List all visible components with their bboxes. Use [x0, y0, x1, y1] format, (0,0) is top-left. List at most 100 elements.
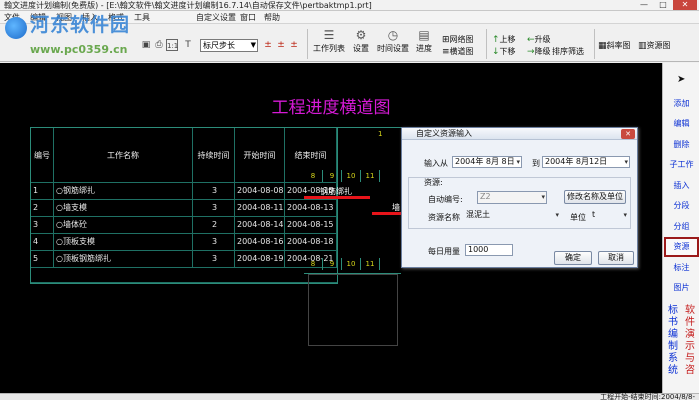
day-label: 8	[304, 170, 323, 182]
table-row[interactable]: 1 ○钢筋绑扎 3 2004-08-08 2004-08-10	[31, 183, 337, 200]
table-row[interactable]: 5 ○顶板钢筋绑扎 3 2004-08-19 2004-08-21	[31, 251, 337, 268]
day-label: 9	[323, 258, 342, 270]
window-controls: — □ ✕	[635, 0, 697, 11]
gear-icon: ⚙	[355, 28, 367, 42]
resource-name-select[interactable]: 混泥土 ▾	[464, 210, 560, 223]
column-header-start: 开始时间	[235, 128, 285, 183]
chevron-down-icon: ▾	[555, 211, 559, 219]
daily-amount-input[interactable]: 1000	[465, 244, 513, 256]
ruler-step-select[interactable]: 标尺步长 ▼	[200, 39, 258, 52]
downgrade-button[interactable]: →降级	[527, 46, 551, 58]
maximize-button[interactable]: □	[654, 0, 672, 10]
row-duration: 3	[193, 234, 235, 251]
text-icon[interactable]: T	[182, 39, 194, 51]
zoom-ratio[interactable]: 1:1	[166, 39, 178, 51]
table-row[interactable]: 4 ○顶板支模 3 2004-08-16 2004-08-18	[31, 234, 337, 251]
table-row[interactable]: 3 ○墙体砼 2 2004-08-14 2004-08-15	[31, 217, 337, 234]
time-settings-button[interactable]: ◷ 时间设置	[376, 27, 410, 60]
empty-chart-area	[308, 274, 398, 346]
network-chart-button[interactable]: ⊞网络图	[442, 34, 474, 46]
downgrade-label: 降级	[534, 47, 551, 56]
ok-button[interactable]: 确定	[554, 251, 592, 265]
table-row[interactable]: 2 ○墙支模 3 2004-08-11 2004-08-13	[31, 200, 337, 217]
panel-image[interactable]: 图片	[664, 283, 699, 293]
task-bar[interactable]	[372, 212, 401, 215]
sort-filter-label: 排序筛选	[552, 47, 584, 56]
panel-segment[interactable]: 分段	[664, 201, 699, 211]
upgrade-label: 升级	[534, 35, 551, 44]
software-demo-link[interactable]: 软件演示与咨	[684, 305, 696, 377]
table-header: 编号 工作名称 持续时间 开始时间 结束时间	[31, 128, 337, 183]
row-start: 2004-08-19	[235, 251, 285, 268]
timeline-day-header: 8 9 10 11	[304, 170, 380, 182]
bar-chart-button[interactable]: ≡横道图	[442, 46, 474, 58]
zoom-out-icon[interactable]: ±	[275, 39, 287, 51]
clock-icon: ◷	[387, 28, 399, 42]
row-duration: 3	[193, 251, 235, 268]
progress-button[interactable]: ▤ 进度	[413, 27, 435, 60]
menu-tools[interactable]: 工具	[134, 11, 150, 24]
panel-annotate[interactable]: 标注	[664, 263, 699, 273]
menu-window[interactable]: 窗口	[240, 11, 256, 24]
right-tool-panel: ➤ 添加 编辑 删除 子工作 插入 分段 分组 资源 标注 图片 标书编制系统 …	[662, 63, 699, 393]
ruler-step-value: 标尺步长	[203, 41, 235, 50]
panel-add[interactable]: 添加	[664, 99, 699, 109]
close-button[interactable]: ✕	[673, 0, 697, 10]
auto-code-value: Z2	[480, 192, 491, 201]
panel-delete[interactable]: 删除	[664, 140, 699, 150]
bar-chart-icon: ≡	[442, 47, 450, 57]
calendar-icon: ▾	[624, 158, 628, 166]
project-time-status: 工程开始-结束时间:2004/8/8-	[600, 393, 695, 400]
panel-edit[interactable]: 编辑	[664, 119, 699, 129]
bar-chart-label: 横道图	[449, 47, 474, 56]
resource-name-label: 资源名称	[428, 213, 460, 222]
minimize-button[interactable]: —	[635, 0, 653, 10]
cancel-button[interactable]: 取消	[598, 251, 634, 265]
day-label: 10	[342, 170, 361, 182]
row-start: 2004-08-11	[235, 200, 285, 217]
toolbar-divider	[594, 29, 595, 59]
unit-select[interactable]: t ▾	[590, 210, 628, 223]
toolbar-divider	[486, 29, 487, 59]
bid-system-link[interactable]: 标书编制系统	[667, 305, 679, 377]
zoom-in-icon[interactable]: ±	[262, 39, 274, 51]
gantt-timeline[interactable]: 1 8 9 10 11 钢筋绑扎 墙 8 9 10 11	[304, 127, 401, 274]
rename-unit-button[interactable]: 修改名称及单位	[564, 190, 626, 204]
to-label: 到	[532, 159, 540, 168]
work-list-button[interactable]: ☰ 工作列表	[312, 27, 346, 60]
menu-custom-settings[interactable]: 自定义设置	[196, 11, 236, 24]
from-date-value: 2004年 8月 8日	[455, 157, 515, 166]
to-date-value: 2004年 8月12日	[545, 157, 608, 166]
panel-group[interactable]: 分组	[664, 222, 699, 232]
settings-button[interactable]: ⚙ 设置	[350, 27, 372, 60]
dialog-close-button[interactable]: ✕	[621, 129, 635, 139]
panel-insert[interactable]: 插入	[664, 181, 699, 191]
task-bar[interactable]	[304, 196, 370, 199]
row-id: 1	[31, 183, 54, 200]
move-down-button[interactable]: ↓下移	[492, 46, 516, 58]
daily-amount-label: 每日用量	[428, 247, 460, 256]
move-down-label: 下移	[499, 47, 516, 56]
calendar-icon: ▾	[516, 158, 520, 166]
arrow-left-icon: ←	[527, 35, 535, 45]
to-date-picker[interactable]: 2004年 8月12日 ▾	[542, 156, 630, 168]
upgrade-button[interactable]: ←升级	[527, 34, 551, 46]
menu-help[interactable]: 帮助	[264, 11, 280, 24]
panel-resource[interactable]: 资源	[664, 237, 699, 257]
print-icon[interactable]: ⎙	[153, 39, 165, 51]
row-id: 5	[31, 251, 54, 268]
chart-icon: ▦	[598, 41, 607, 51]
zoom-fit-icon[interactable]: ±	[288, 39, 300, 51]
from-date-picker[interactable]: 2004年 8月 8日 ▾	[452, 156, 522, 168]
resource-chart-button[interactable]: ▥资源图	[638, 40, 671, 52]
panel-subtask[interactable]: 子工作	[664, 160, 699, 170]
pointer-icon[interactable]: ➤	[677, 74, 685, 85]
move-up-button[interactable]: ↑上移	[492, 34, 516, 46]
progress-icon: ▤	[418, 28, 430, 42]
sort-filter-button[interactable]: 排序筛选	[552, 46, 584, 58]
bank-chart-button[interactable]: ▦斜率图	[598, 40, 631, 52]
save-icon[interactable]: ▣	[140, 39, 152, 51]
input-from-label: 输入从	[424, 159, 448, 168]
arrow-down-icon: ↓	[492, 47, 500, 57]
row-duration: 3	[193, 183, 235, 200]
